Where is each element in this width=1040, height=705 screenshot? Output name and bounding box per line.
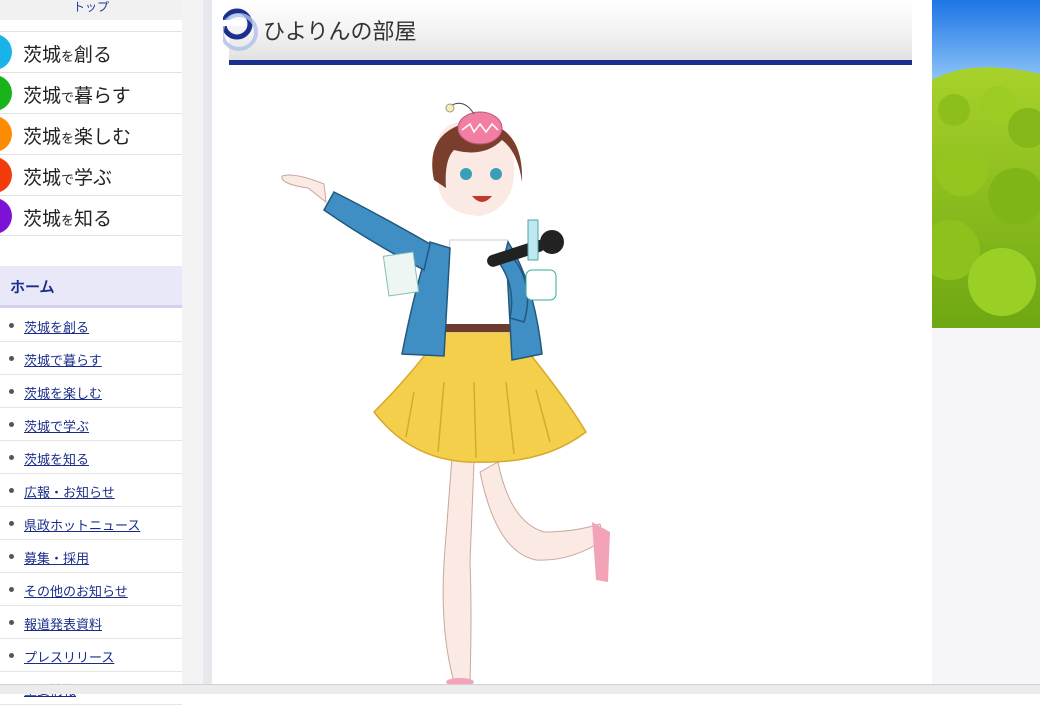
list-item: 茨城で暮らす [0,342,182,375]
main-content: ひよりんの部屋 [212,0,932,684]
home-heading-label: ホーム [10,278,55,296]
category-dot-icon [0,157,12,193]
sidebar-link[interactable]: プレスリリース [24,647,114,666]
bullet-icon [9,323,14,328]
list-item: 報道発表資料 [0,606,182,639]
sidebar-link[interactable]: 茨城を知る [24,449,89,468]
sidebar-link[interactable]: 茨城を楽しむ [24,383,102,402]
category-dot-icon [0,75,12,111]
list-item: その他のお知らせ [0,573,182,606]
list-item: プレスリリース [0,639,182,672]
list-item: 県政ホットニュース [0,507,182,540]
bullet-icon [9,587,14,592]
bullet-icon [9,554,14,559]
sidebar-link[interactable]: 広報・お知らせ [24,482,115,501]
list-item: 茨城を創る [0,309,182,342]
category-label: 茨城で暮らす [23,85,131,107]
bullet-icon [9,653,14,658]
page-title: ひよりんの部屋 [263,20,417,45]
category-label: 茨城を創る [23,44,113,66]
category-item-learn[interactable]: 茨城で学ぶ [0,154,182,195]
bullet-icon [9,488,14,493]
list-item: 茨城を楽しむ [0,375,182,408]
list-item: 募集・採用 [0,540,182,573]
banner-image[interactable] [932,0,1040,328]
category-dot-icon [0,116,12,152]
top-tab-label: トップ [72,0,109,14]
bullet-icon [9,620,14,625]
bullet-icon [9,422,14,427]
sidebar: トップ 茨城を創る 茨城で暮らす 茨城を楽しむ 茨城で学ぶ 茨城を知る ホーム … [0,0,182,705]
category-item-enjoy[interactable]: 茨城を楽しむ [0,113,182,154]
landscape-picture [932,0,1040,328]
category-item-live[interactable]: 茨城で暮らす [0,72,182,113]
sidebar-link[interactable]: 茨城を創る [24,317,89,336]
top-tab-link[interactable]: トップ [0,0,182,20]
category-label: 茨城を楽しむ [23,126,132,148]
list-item: 広報・お知らせ [0,474,182,507]
list-item: 茨城で学ぶ [0,408,182,441]
mascot-illustration [281,102,610,684]
page-title-bar: ひよりんの部屋 [223,0,912,65]
sidebar-link[interactable]: 報道発表資料 [24,614,102,633]
column-gutter [182,0,212,694]
category-dot-icon [0,198,12,234]
category-item-create[interactable]: 茨城を創る [0,31,182,72]
title-underline [229,60,912,65]
bullet-icon [9,521,14,526]
right-column-background [932,328,1040,684]
category-dot-icon [0,34,12,70]
bullet-icon [9,389,14,394]
bullet-icon [9,455,14,460]
bottom-scrollbar[interactable] [0,684,1040,694]
title-circle-icon [223,8,258,51]
category-menu: 茨城を創る 茨城で暮らす 茨城を楽しむ 茨城で学ぶ 茨城を知る [0,31,182,236]
category-item-know[interactable]: 茨城を知る [0,195,182,236]
bullet-icon [9,356,14,361]
sidebar-link[interactable]: その他のお知らせ [24,581,128,600]
sidebar-link[interactable]: 募集・採用 [24,548,89,567]
sidebar-link[interactable]: 茨城で暮らす [24,350,102,369]
gutter-divider [203,0,212,694]
sidebar-link[interactable]: 県政ホットニュース [24,515,140,534]
home-link-list: 茨城を創る 茨城で暮らす 茨城を楽しむ 茨城で学ぶ 茨城を知る 広報・お知らせ … [0,309,182,705]
sidebar-link[interactable]: 茨城で学ぶ [24,416,89,435]
category-label: 茨城を知る [23,208,113,230]
list-item: 茨城を知る [0,441,182,474]
home-heading[interactable]: ホーム [0,266,182,308]
category-label: 茨城で学ぶ [23,167,113,189]
